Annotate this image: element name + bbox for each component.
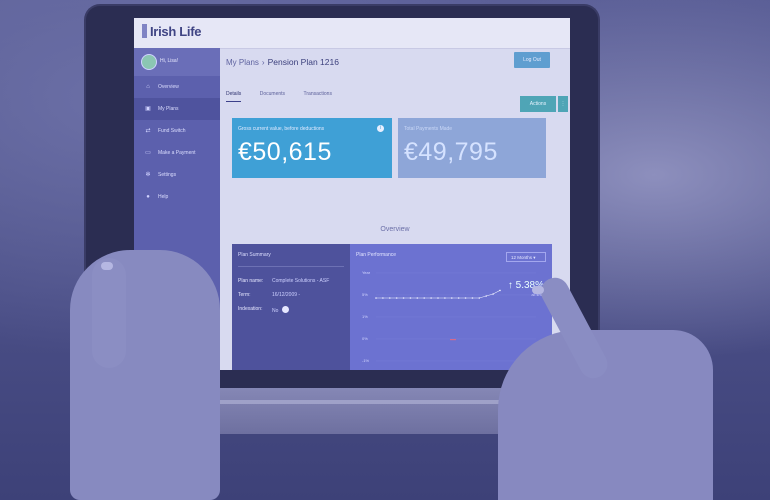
term-key: Term: (238, 292, 251, 298)
performance-chart: Year 5% 1% 0% -1% (362, 270, 545, 365)
current-value-card: Gross current value, before deductions i… (232, 118, 392, 178)
y-tick-label: 0% (362, 336, 368, 341)
plan-summary-title: Plan Summary (238, 252, 271, 258)
switch-icon: ⇄ (145, 128, 151, 134)
divider (238, 266, 344, 267)
home-icon: ⌂ (146, 84, 150, 90)
sidebar-item-label: My Plans (158, 106, 179, 112)
info-icon[interactable]: i (377, 125, 384, 132)
sidebar-item-label: Settings (158, 172, 177, 178)
gear-icon: ✻ (145, 172, 151, 178)
tab-bar: Details Documents Transactions (226, 82, 346, 102)
actions-menu-icon[interactable]: ⋮ (558, 96, 568, 112)
series-line (376, 290, 501, 299)
top-bar: Irish Life (134, 18, 570, 49)
user-profile[interactable]: Hi, Lisa! (134, 48, 220, 76)
logout-button[interactable]: Log Out (514, 52, 550, 68)
sidebar-item-settings[interactable]: ✻ Settings (134, 164, 220, 186)
tab-transactions[interactable]: Transactions (304, 91, 332, 101)
left-thumbnail (101, 262, 113, 270)
tab-documents[interactable]: Documents (260, 91, 285, 101)
chart-marker (450, 339, 456, 341)
y-tick-label: Year (362, 270, 371, 275)
right-fingernail (532, 286, 544, 294)
briefcase-icon: ▣ (145, 106, 151, 112)
indexation-value: No (272, 306, 290, 314)
logo-mark-icon (142, 24, 147, 38)
page-title: Pension Plan 1216 (267, 57, 339, 67)
payments-card: Total Payments Made €49,795 (398, 118, 546, 178)
card-icon: ▭ (145, 150, 151, 156)
indexation-value-text: No (272, 308, 279, 314)
y-tick-label: 5% (362, 292, 368, 297)
y-tick-label: -1% (362, 358, 370, 363)
sidebar-item-label: Fund Switch (158, 128, 186, 134)
sidebar-item-label: Help (158, 194, 169, 200)
current-value-amount: €50,615 (238, 138, 332, 166)
payments-amount: €49,795 (404, 138, 498, 166)
indexation-row: Indexation: No (238, 306, 290, 314)
tab-details[interactable]: Details (226, 91, 242, 102)
main-content: My Plans › Pension Plan 1216 Log Out Detai… (220, 48, 570, 370)
y-tick-label: 1% (362, 314, 368, 319)
left-thumb (92, 258, 126, 368)
logo[interactable]: Irish Life (142, 24, 201, 39)
sidebar-item-label: Overview (158, 84, 179, 90)
user-name: Hi, Lisa! (160, 58, 179, 64)
sidebar-item-my-plans[interactable]: ▣ My Plans (134, 98, 220, 120)
right-hand (498, 330, 713, 500)
section-title: Overview (380, 226, 410, 233)
payments-label: Total Payments Made (404, 126, 453, 132)
term-row: Term: 16/12/2009 - (238, 292, 300, 298)
sidebar-item-fund-switch[interactable]: ⇄ Fund Switch (134, 120, 220, 142)
plan-name-key: Plan name: (238, 278, 264, 284)
plan-performance-panel: Plan Performance 12 Months ▾ ↑ 5.38% all… (350, 244, 552, 370)
plan-summary-panel: Plan Summary Plan name: Complete Solutio… (232, 244, 350, 370)
indexation-key: Indexation: (238, 306, 263, 312)
plan-name-row: Plan name: Complete Solutions - ASF (238, 278, 329, 284)
sidebar-item-make-payment[interactable]: ▭ Make a Payment (134, 142, 220, 164)
sidebar-item-label: Make a Payment (158, 150, 196, 156)
sidebar-item-help[interactable]: ● Help (134, 186, 220, 208)
breadcrumb-separator: › (261, 58, 265, 67)
logo-text: Irish Life (150, 24, 202, 39)
current-value-label: Gross current value, before deductions (238, 126, 325, 132)
indexation-toggle[interactable] (282, 306, 290, 313)
help-icon: ● (146, 194, 150, 200)
plan-name-value: Complete Solutions - ASF (272, 278, 330, 284)
breadcrumb: My Plans › Pension Plan 1216 (226, 57, 339, 67)
avatar[interactable] (141, 54, 157, 70)
actions-button[interactable]: Actions (520, 96, 556, 112)
term-value: 16/12/2009 - (272, 292, 301, 298)
breadcrumb-root[interactable]: My Plans (226, 58, 259, 67)
sidebar-item-overview[interactable]: ⌂ Overview (134, 76, 220, 98)
